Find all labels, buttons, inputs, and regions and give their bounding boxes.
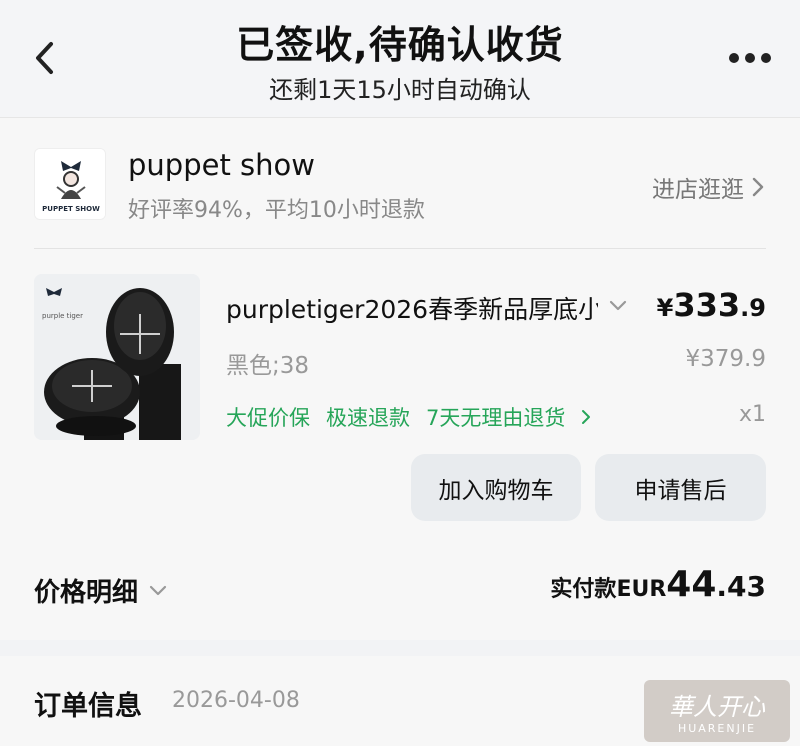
auto-confirm-countdown: 还剩1天15小时自动确认 xyxy=(269,76,531,104)
product-title[interactable]: purpletiger2026春季新品厚底小皮鞋 xyxy=(226,290,598,326)
order-date: 2026-04-08 xyxy=(172,688,300,713)
chevron-right-icon xyxy=(582,410,591,424)
tag-fast-refund: 极速退款 xyxy=(326,406,410,430)
price-detail-label: 价格明细 xyxy=(34,578,139,608)
shop-logo-text: PUPPET SHOW xyxy=(42,205,100,213)
enter-shop-label: 进店逛逛 xyxy=(652,177,744,203)
page-title: 已签收,待确认收货 xyxy=(236,23,564,67)
quantity: x1 xyxy=(738,402,766,427)
product-sku: 黑色;38 xyxy=(226,353,310,379)
order-item-card: PUPPET SHOW puppet show 好评率94%，平均10小时退款 … xyxy=(0,118,800,640)
watermark-en: HUARENJIE xyxy=(677,722,757,735)
service-tags[interactable]: 大促价保 极速退款 7天无理由退货 xyxy=(226,402,591,432)
chevron-down-icon xyxy=(609,300,627,311)
shop-logo-image: PUPPET SHOW xyxy=(35,149,105,219)
divider xyxy=(34,248,766,249)
original-price: ¥379.9 xyxy=(685,346,766,372)
expand-title-button[interactable] xyxy=(608,298,632,318)
chevron-down-icon xyxy=(149,585,167,595)
top-bar: 已签收,待确认收货 还剩1天15小时自动确认 xyxy=(0,0,800,118)
amount-paid: 实付款 EUR 44 .43 xyxy=(550,564,766,605)
enter-shop-link[interactable]: 进店逛逛 xyxy=(652,170,764,204)
after-sale-button[interactable]: 申请售后 xyxy=(595,454,766,521)
site-watermark: 華人开心 HUARENJIE xyxy=(644,680,790,742)
chevron-right-icon xyxy=(752,177,764,197)
shop-logo[interactable]: PUPPET SHOW xyxy=(34,148,106,220)
paid-currency: EUR xyxy=(616,577,667,602)
price-detail-toggle[interactable]: 价格明细 xyxy=(34,572,168,609)
order-info-label: 订单信息 xyxy=(34,691,142,722)
paid-label: 实付款 xyxy=(550,577,617,602)
product-image[interactable]: purple tiger xyxy=(34,274,200,440)
paid-amount-dec: .43 xyxy=(716,570,766,603)
tag-price-protect: 大促价保 xyxy=(226,406,310,430)
shop-name[interactable]: puppet show xyxy=(128,148,315,182)
watermark-cn: 華人开心 xyxy=(669,693,765,721)
product-price: ¥333.9 xyxy=(656,286,766,324)
shop-stats: 好评率94%，平均10小时退款 xyxy=(128,198,425,223)
product-photo: purple tiger xyxy=(34,274,200,440)
more-button[interactable] xyxy=(726,40,774,76)
more-dots-icon xyxy=(729,53,771,63)
order-info-section: 订单信息 2026-04-08 華人开心 HUARENJIE xyxy=(0,656,800,746)
product-image-caption: purple tiger xyxy=(42,312,83,320)
add-to-cart-button[interactable]: 加入购物车 xyxy=(411,454,581,521)
paid-amount-int: 44 xyxy=(666,564,717,605)
tag-7day-return: 7天无理由退货 xyxy=(426,406,566,430)
